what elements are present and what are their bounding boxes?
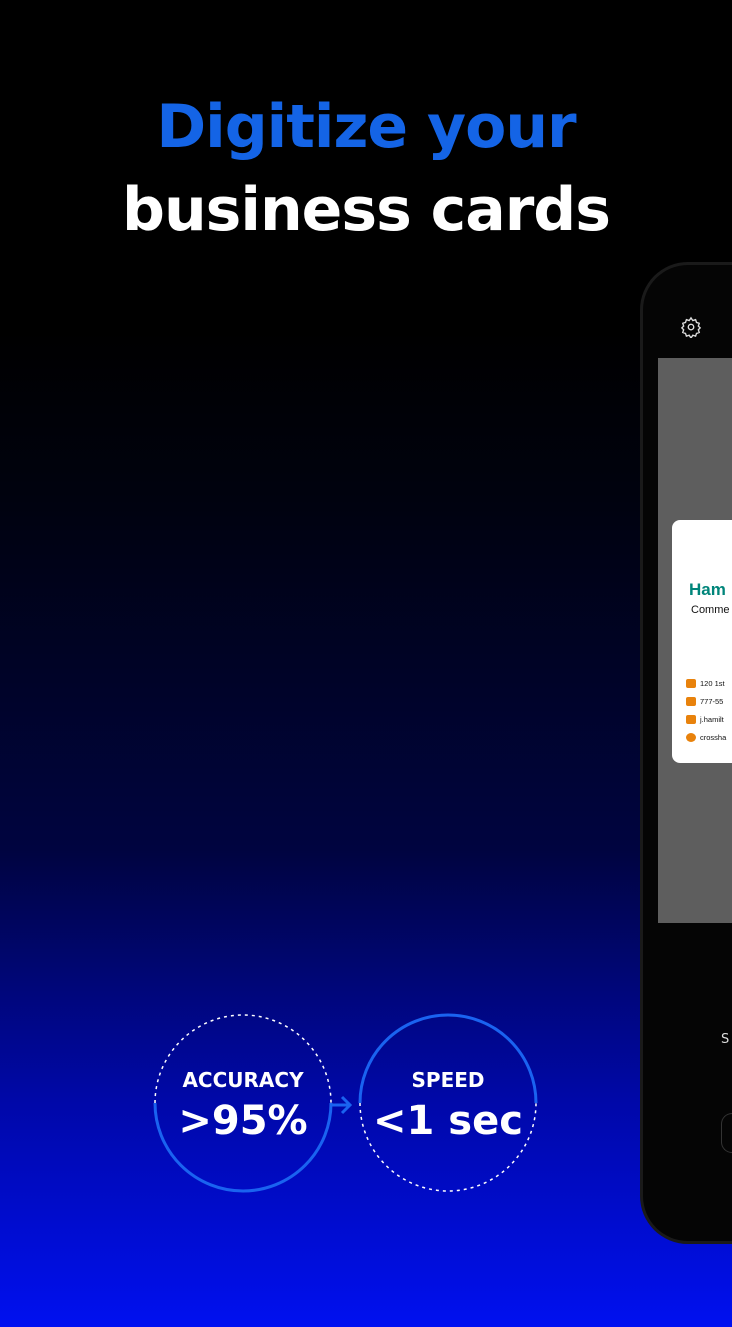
speed-label: SPEED — [411, 1068, 485, 1092]
accuracy-value: >95% — [178, 1098, 308, 1144]
accuracy-label: ACCURACY — [182, 1068, 304, 1092]
speed-value: <1 sec — [373, 1098, 523, 1144]
arrow-icon — [331, 1095, 353, 1115]
